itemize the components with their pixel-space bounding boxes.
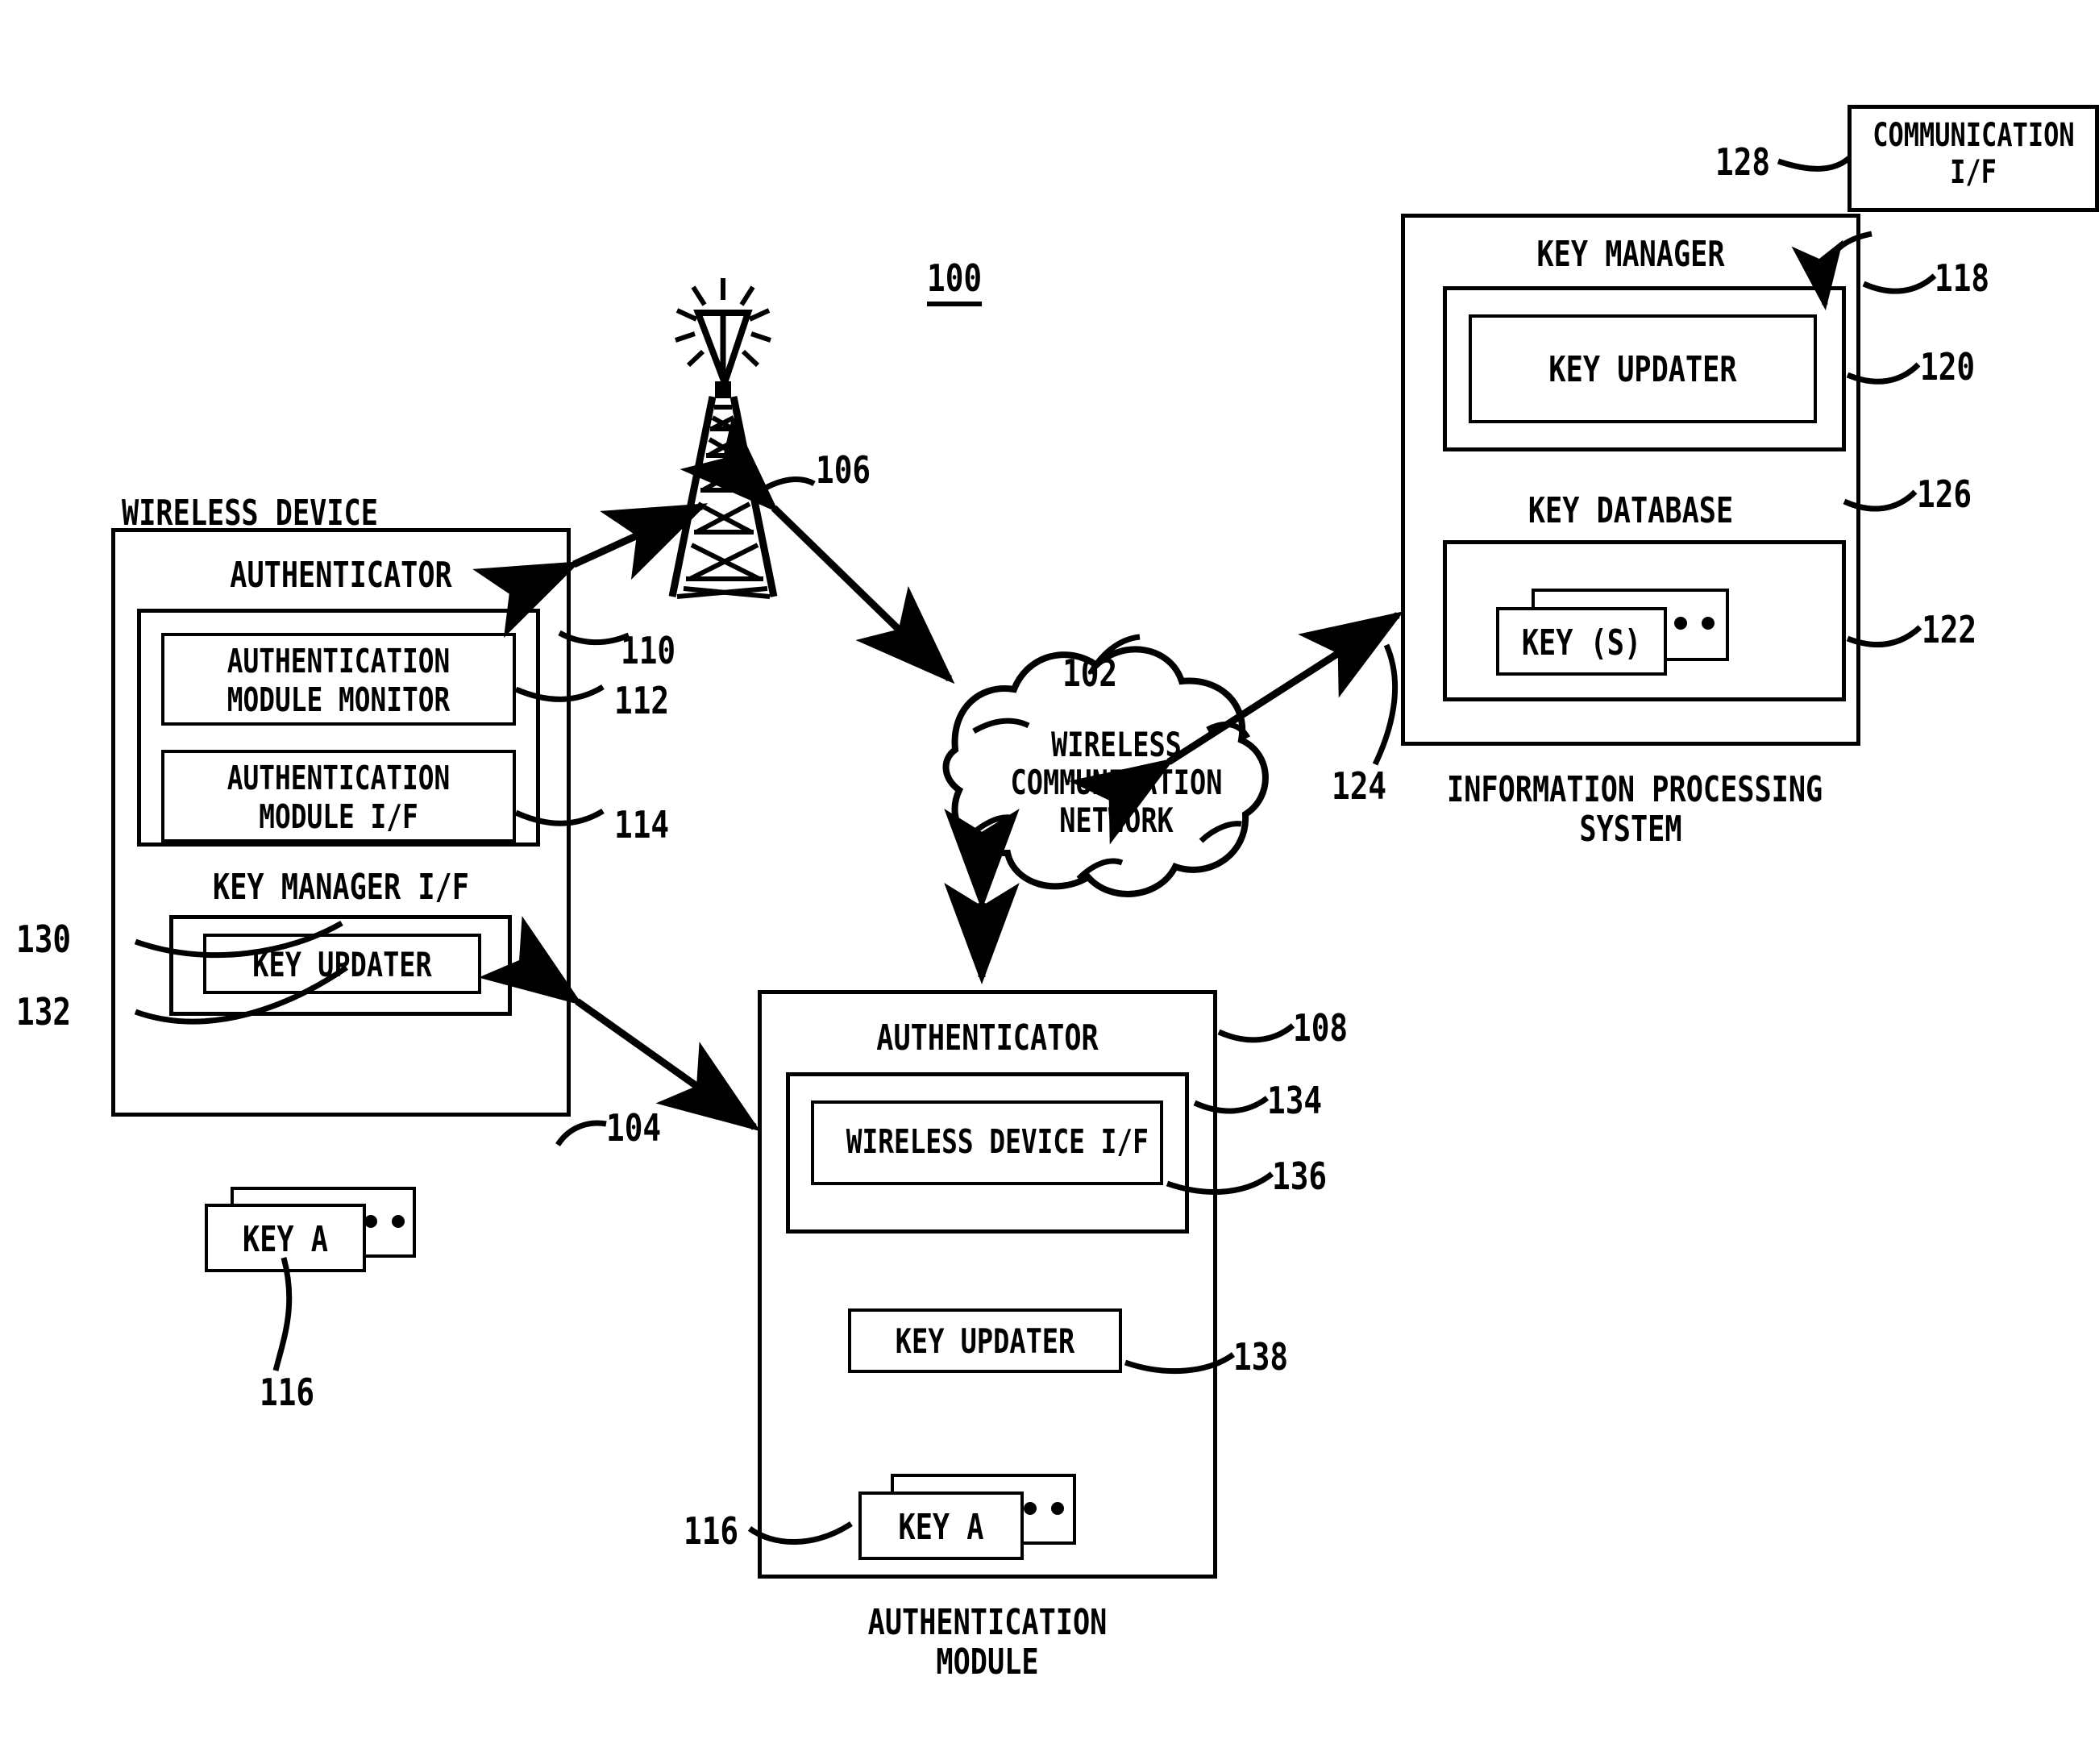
am-key-updater-label: KEY UPDATER — [895, 1321, 1075, 1361]
ellipsis-dot — [1051, 1502, 1064, 1515]
ref-132: 132 — [16, 990, 72, 1034]
ref-116-device: 116 — [260, 1371, 315, 1414]
ips-key-manager-title: KEY MANAGER — [1536, 234, 1725, 275]
ips-key-database-title: KEY DATABASE — [1527, 490, 1734, 531]
communication-if-label: COMMUNICATION I/F — [1872, 117, 2075, 191]
ips-key-updater-label: KEY UPDATER — [1548, 349, 1737, 390]
ref-136: 136 — [1272, 1155, 1328, 1198]
ellipsis-dot — [392, 1215, 405, 1228]
ref-116-module: 116 — [684, 1509, 739, 1553]
am-authenticator-title: AUTHENTICATOR — [876, 1017, 1099, 1059]
am-wireless-device-if-label: WIRELESS DEVICE I/F — [846, 1122, 1149, 1161]
ref-102: 102 — [1062, 651, 1118, 695]
ref-128: 128 — [1715, 140, 1771, 184]
ref-130: 130 — [16, 917, 72, 961]
wd-authentication-module-if-label: AUTHENTICATION MODULE I/F — [227, 759, 451, 836]
ref-104: 104 — [606, 1106, 662, 1150]
ref-122: 122 — [1922, 608, 1977, 651]
ellipsis-dot — [1702, 617, 1715, 630]
ref-138: 138 — [1233, 1335, 1289, 1379]
ref-118: 118 — [1935, 256, 1990, 300]
ref-108: 108 — [1293, 1006, 1349, 1050]
ref-110: 110 — [621, 629, 676, 672]
ref-114: 114 — [614, 803, 670, 847]
wd-authenticator-title: AUTHENTICATOR — [230, 555, 452, 596]
wd-key-manager-if-title: KEY MANAGER I/F — [213, 867, 469, 908]
patent-figure-canvas: 100 WIRELESS DEVICE AUTHENTICATOR AUTHEN… — [0, 0, 2099, 1764]
ref-134: 134 — [1267, 1079, 1323, 1122]
wd-key-a-label: KEY A — [243, 1219, 328, 1260]
figure-number: 100 — [927, 256, 983, 306]
ellipsis-dot — [1024, 1502, 1037, 1515]
wd-key-updater-label: KEY UPDATER — [252, 945, 432, 984]
ellipsis-dot — [1674, 617, 1687, 630]
ips-keys-label: KEY (S) — [1521, 622, 1642, 664]
ref-112: 112 — [614, 679, 670, 722]
ref-126: 126 — [1917, 472, 1972, 516]
ellipsis-dot — [364, 1215, 377, 1228]
wd-authentication-module-monitor-label: AUTHENTICATION MODULE MONITOR — [227, 642, 451, 719]
ref-120: 120 — [1920, 345, 1976, 389]
ref-124: 124 — [1332, 764, 1387, 808]
arrow-device-tower — [472, 502, 709, 639]
am-key-a-label: KEY A — [898, 1507, 984, 1548]
arrow-tower-cloud — [680, 414, 955, 684]
wireless-network-label: WIRELESS COMMUNICATION NETWORK — [1010, 725, 1223, 841]
arrow-device-authmodule — [478, 916, 761, 1132]
information-processing-system-title: INFORMATION PROCESSING SYSTEM — [1447, 769, 1823, 851]
cell-tower-icon — [668, 278, 778, 599]
ref-106: 106 — [816, 448, 871, 492]
authentication-module-title: AUTHENTICATION MODULE — [867, 1602, 1108, 1683]
wireless-device-title: WIRELESS DEVICE — [122, 493, 378, 534]
